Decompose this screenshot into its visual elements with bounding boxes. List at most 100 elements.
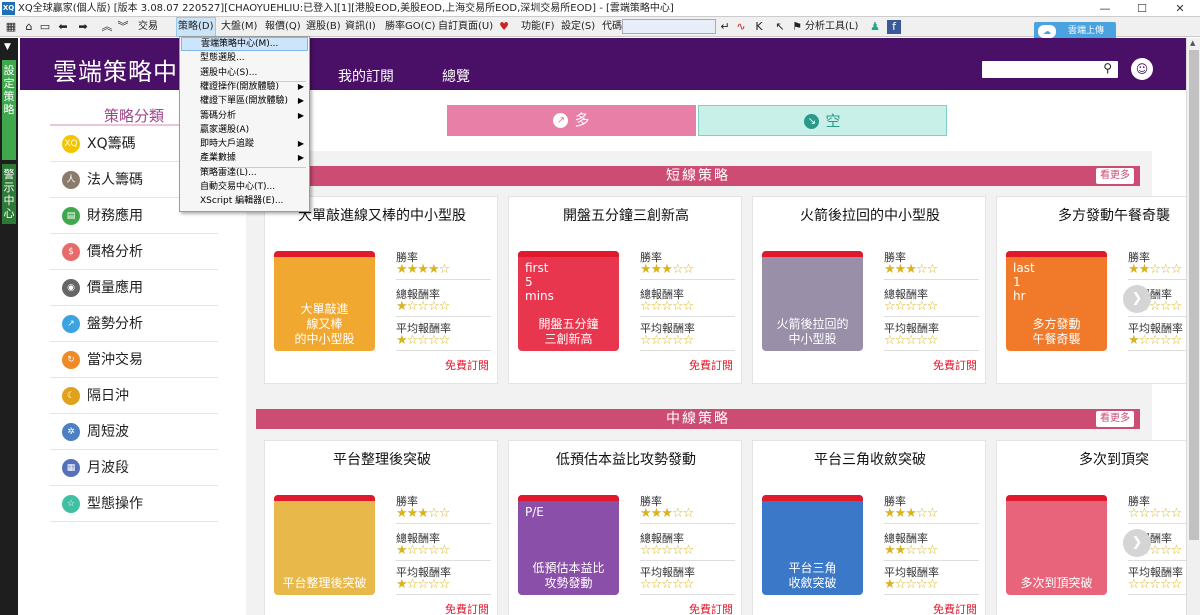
flag-icon[interactable]: ⚑ — [790, 20, 804, 34]
menu-market[interactable]: 大盤(M) — [220, 17, 258, 37]
page-logo[interactable]: 雲端策略中 — [53, 52, 178, 87]
dropdown-item[interactable]: 權證操作(開放體驗) ▶ — [181, 80, 308, 94]
see-more-button[interactable]: 看更多 — [1096, 168, 1134, 184]
enter-icon[interactable]: ↵ — [718, 20, 732, 34]
strategy-card[interactable]: 低預估本益比攻勢發動 P/E 低預估本益比 攻勢發動 勝率 ★★★☆☆ 總報酬率 ☆☆☆☆☆… — [508, 440, 742, 615]
see-more-button[interactable]: 看更多 — [1096, 411, 1134, 427]
person-icon[interactable]: ♟ — [868, 20, 882, 34]
grid-icon[interactable]: ▦ — [4, 20, 18, 34]
dropdown-item[interactable]: 雲端策略中心(M)... — [181, 37, 308, 51]
strategy-thumbnail[interactable]: last 1 hr 多方發動 午餐奇襲 — [1006, 251, 1107, 351]
sidebar-item-label: 價格分析 — [87, 244, 143, 260]
free-subscribe-link[interactable]: 免費訂閱 — [933, 601, 977, 615]
dropdown-item[interactable]: 型態選股... — [181, 51, 308, 65]
sidebar-item[interactable]: ☾ 隔日沖 — [50, 378, 218, 414]
strategy-card[interactable]: 火箭後拉回的中小型股 火箭後拉回的 中小型股 勝率 ★★★☆☆ 總報酬率 ☆☆☆☆☆ 平均報… — [752, 196, 986, 384]
strategy-title[interactable]: 低預估本益比攻勢發動 — [509, 449, 741, 469]
dropdown-item[interactable]: 策略雷達(L)... — [181, 166, 308, 180]
strategy-thumbnail[interactable]: P/E 低預估本益比 攻勢發動 — [518, 495, 619, 595]
strategy-title[interactable]: 多方發動午餐奇襲 — [997, 205, 1186, 225]
strategy-thumbnail[interactable]: first 5 mins 開盤五分鐘 三創新高 — [518, 251, 619, 351]
strategy-card[interactable]: 多次到頂突多次到頂突破勝率☆☆☆☆☆總報酬率☆☆☆☆☆平均報酬率☆☆☆☆☆❯ — [996, 440, 1186, 615]
dropdown-item[interactable]: 權證下單區(開放體驗) ▶ — [181, 94, 308, 108]
home-icon[interactable]: ⌂ — [22, 20, 36, 34]
nav-overview[interactable]: 總覽 — [442, 66, 470, 86]
strategy-title[interactable]: 多次到頂突 — [997, 449, 1186, 469]
search-input[interactable]: ⚲ — [982, 61, 1118, 78]
strategy-title[interactable]: 平台三角收斂突破 — [753, 449, 985, 469]
dropdown-item[interactable]: XScript 編輯器(E)... — [181, 194, 308, 208]
tab-long[interactable]: ↗ 多 — [447, 105, 696, 136]
submenu-arrow-icon: ▶ — [297, 81, 304, 91]
strategy-title[interactable]: 平台整理後突破 — [265, 449, 497, 469]
up-chevron-icon[interactable]: ︽ — [100, 20, 114, 34]
strategy-title[interactable]: 開盤五分鐘三創新高 — [509, 205, 741, 225]
menu-info[interactable]: 資訊(I) — [344, 17, 377, 37]
tab-strategy-settings[interactable]: 設定策略 — [2, 60, 16, 160]
menu-function[interactable]: 功能(F) — [520, 17, 556, 37]
avatar[interactable]: ☺ — [1131, 58, 1153, 80]
sidebar-item[interactable]: ◉ 價量應用 — [50, 270, 218, 306]
menu-strategy[interactable]: 策略(D) — [176, 17, 216, 37]
strategy-card[interactable]: 開盤五分鐘三創新高 first 5 mins 開盤五分鐘 三創新高 勝率 ★★★☆☆ 總報… — [508, 196, 742, 384]
strategy-thumbnail[interactable]: 火箭後拉回的 中小型股 — [762, 251, 863, 351]
nav-my-subscriptions[interactable]: 我的訂閱 — [338, 66, 394, 86]
next-arrow-icon[interactable]: ❯ — [1123, 285, 1151, 313]
dropdown-item[interactable]: 選股中心(S)... — [181, 66, 308, 80]
menu-stock-picker[interactable]: 選股(B) — [305, 17, 342, 37]
heart-icon[interactable]: ♥ — [497, 20, 511, 34]
expand-arrow-icon[interactable]: ▼ — [4, 42, 11, 52]
forward-arrow-icon[interactable]: ➡ — [76, 20, 90, 34]
dropdown-item[interactable]: 籌碼分析 ▶ — [181, 109, 308, 123]
dropdown-item[interactable]: 產業數據 ▶ — [181, 151, 308, 165]
free-subscribe-link[interactable]: 免費訂閱 — [445, 601, 489, 615]
free-subscribe-link[interactable]: 免費訂閱 — [933, 357, 977, 373]
vertical-scrollbar[interactable]: ▲ — [1186, 38, 1200, 615]
strategy-thumbnail[interactable]: 平台三角 收斂突破 — [762, 495, 863, 595]
scroll-up-icon[interactable]: ▲ — [1190, 39, 1195, 47]
strategy-thumbnail[interactable]: 平台整理後突破 — [274, 495, 375, 595]
search-icon[interactable]: ⚲ — [1103, 61, 1112, 75]
menu-trade[interactable]: 交易 — [137, 17, 159, 37]
dropdown-item[interactable]: 即時大戶追蹤 ▶ — [181, 137, 308, 151]
strategy-card[interactable]: 平台三角收斂突破 平台三角 收斂突破 勝率 ★★★☆☆ 總報酬率 ★★☆☆☆ 平均報酬率 ★☆… — [752, 440, 986, 615]
thumbnail-label: 平台整理後突破 — [282, 576, 367, 590]
dropdown-item[interactable]: 自動交易中心(T)... — [181, 180, 308, 194]
scroll-thumb[interactable] — [1189, 50, 1199, 540]
minimize-button[interactable]: — — [1085, 0, 1125, 17]
sidebar-item[interactable]: ↗ 盤勢分析 — [50, 306, 218, 342]
strategy-card[interactable]: 多方發動午餐奇襲last 1 hr多方發動 午餐奇襲勝率★★☆☆☆總報酬率☆☆☆… — [996, 196, 1186, 384]
cursor-icon[interactable]: ↖ — [773, 20, 787, 34]
tab-short[interactable]: ↘ 空 — [698, 105, 947, 136]
down-chevron-icon[interactable]: ︾ — [116, 20, 130, 34]
sidebar-item[interactable]: $ 價格分析 — [50, 234, 218, 270]
chart-icon[interactable]: ∿ — [734, 20, 748, 34]
free-subscribe-link[interactable]: 免費訂閱 — [445, 357, 489, 373]
menu-quote[interactable]: 報價(Q) — [264, 17, 302, 37]
dropdown-item[interactable]: 贏家選股(A) — [181, 123, 308, 137]
strategy-thumbnail[interactable]: 多次到頂突破 — [1006, 495, 1107, 595]
facebook-icon[interactable]: f — [887, 20, 901, 34]
sidebar-item[interactable]: ↻ 當沖交易 — [50, 342, 218, 378]
free-subscribe-link[interactable]: 免費訂閱 — [689, 357, 733, 373]
strategy-card[interactable]: 大單敲進線又棒的中小型股 大單敲進 線又棒 的中小型股 勝率 ★★★★☆ 總報酬率 ★☆☆… — [264, 196, 498, 384]
k-chart-icon[interactable]: K — [752, 20, 766, 34]
menu-settings[interactable]: 設定(S) — [560, 17, 596, 37]
strategy-card[interactable]: 平台整理後突破 平台整理後突破 勝率 ★★★☆☆ 總報酬率 ★☆☆☆☆ 平均報酬率 ★☆☆☆☆… — [264, 440, 498, 615]
menu-custom-page[interactable]: 自訂頁面(U) — [437, 17, 494, 37]
sidebar-item[interactable]: ▦ 月波段 — [50, 450, 218, 486]
sidebar-item[interactable]: ☆ 型態操作 — [50, 486, 218, 522]
page-icon[interactable]: ▭ — [38, 20, 52, 34]
back-arrow-icon[interactable]: ⬅ — [56, 20, 70, 34]
next-arrow-icon[interactable]: ❯ — [1123, 529, 1151, 557]
code-input[interactable] — [622, 19, 716, 34]
maximize-button[interactable]: ☐ — [1122, 0, 1162, 17]
strategy-thumbnail[interactable]: 大單敲進 線又棒 的中小型股 — [274, 251, 375, 351]
free-subscribe-link[interactable]: 免費訂閱 — [689, 601, 733, 615]
sidebar-item[interactable]: ✲ 周短波 — [50, 414, 218, 450]
strategy-title[interactable]: 火箭後拉回的中小型股 — [753, 205, 985, 225]
close-button[interactable]: ✕ — [1160, 0, 1200, 17]
menu-win-rate-go[interactable]: 勝率GO(C) — [384, 17, 436, 37]
analysis-tool-menu[interactable]: 分析工具(L) — [804, 17, 859, 37]
tab-alert-center[interactable]: 警示中心 — [2, 164, 16, 224]
